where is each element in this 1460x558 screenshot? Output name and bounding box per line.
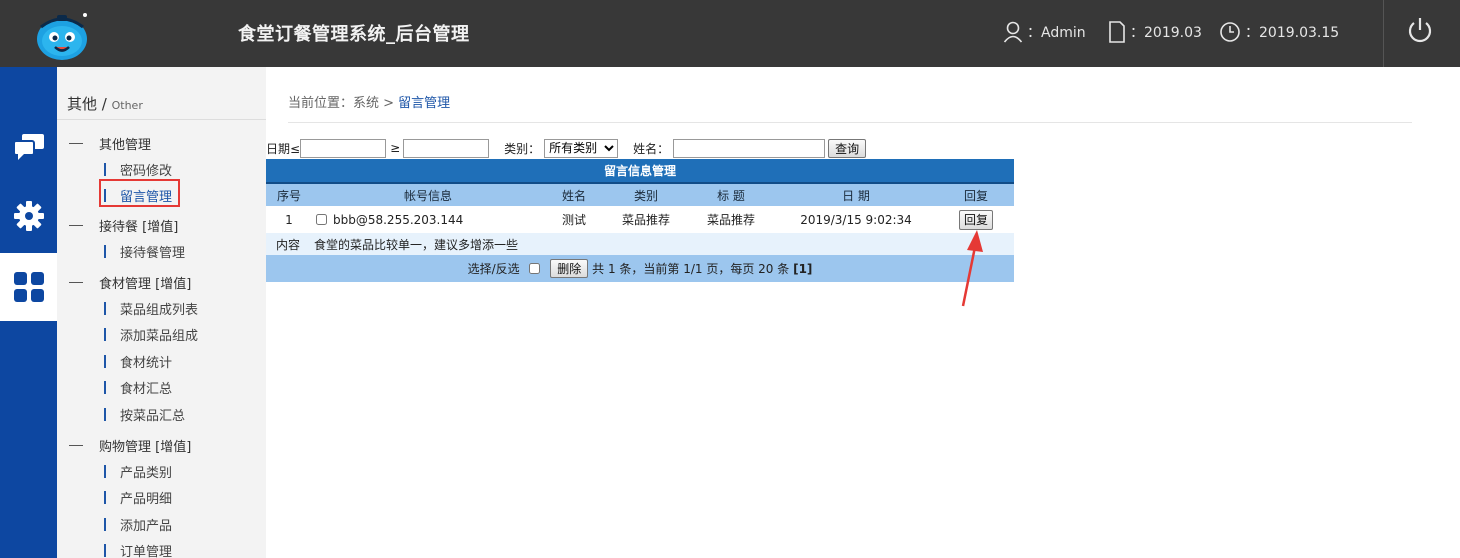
rail-item-messages[interactable] [0,113,57,181]
sidebar-item-add-composition[interactable]: 添加菜品组成 [104,325,198,344]
col-category: 类别 [604,183,688,206]
cell-account: bbb@58.255.203.144 [312,206,544,233]
document-icon [1109,21,1125,43]
top-header: 食堂订餐管理系统_后台管理 ：Admin ：2019.03 ：2019.03.1… [0,0,1460,67]
date-ge-label: ≥ [390,141,401,155]
col-reply: 回复 [938,183,1014,206]
app-title: 食堂订餐管理系统_后台管理 [238,24,470,45]
user-info: ：Admin [1003,20,1086,44]
sidebar-item-password[interactable]: 密码修改 [104,160,172,179]
date-le-label: 日期≤ [266,141,301,156]
power-icon[interactable] [1405,16,1435,46]
date-le-input[interactable] [300,138,387,158]
filter-bar: 日期≤ ≥ 类别： 所有类别 姓名： 查询 [266,138,867,158]
header-divider [1383,0,1384,67]
table-row: 1 bbb@58.255.203.144 测试 菜品推荐 菜品推荐 2019/3… [266,206,1014,233]
page-link[interactable]: [1] [793,262,812,276]
col-date: 日 期 [774,183,938,206]
sidebar-item-add-product[interactable]: 添加产品 [104,515,172,534]
select-all-checkbox[interactable] [529,263,541,274]
breadcrumb-current[interactable]: 留言管理 [398,96,450,111]
gear-icon [13,201,44,231]
content-label: 内容 [276,237,301,252]
month-label: ：2019.03 [1130,25,1202,41]
table-header: 序号 帐号信息 姓名 类别 标 题 日 期 回复 [266,183,1014,206]
cell-date: 2019/3/15 9:02:34 [774,206,938,233]
cell-title: 菜品推荐 [688,206,774,233]
grid-icon [13,272,44,302]
message-table: 留言信息管理 序号 帐号信息 姓名 类别 标 题 日 期 回复 1 bbb@58… [266,159,1014,282]
name-input[interactable] [673,138,826,158]
category-select[interactable]: 所有类别 [544,138,619,158]
content-text: 食堂的菜品比较单一，建议多增添一些 [314,237,519,252]
sidebar-item-product-detail[interactable]: 产品明细 [104,488,172,507]
delete-button[interactable]: 删除 [550,259,589,278]
breadcrumb: 当前位置：系统 > 留言管理 [288,96,451,111]
col-name: 姓名 [544,183,604,206]
chat-icon [12,134,44,160]
sidebar-item-dish-summary[interactable]: 按菜品汇总 [104,405,185,424]
annotation-arrow-icon [961,230,983,307]
sidebar-item-product-category[interactable]: 产品类别 [104,462,172,481]
cell-name: 测试 [544,206,604,233]
sidebar-group-shopping[interactable]: 购物管理 [增值] [69,436,191,455]
logo-icon [37,13,87,60]
sidebar-divider [57,119,266,120]
clock-icon [1220,22,1240,42]
table-caption: 留言信息管理 [266,159,1014,184]
sidebar-heading: 其他 / Other [67,95,143,113]
sidebar-item-dish-composition[interactable]: 菜品组成列表 [104,299,198,318]
cell-category: 菜品推荐 [604,206,688,233]
sidebar-group-other[interactable]: 其他管理 [69,134,151,153]
breadcrumb-divider [288,122,1412,123]
category-label: 类别： [504,141,541,156]
date-ge-input[interactable] [403,138,490,158]
sidebar-group-reception[interactable]: 接待餐 [增值] [69,216,178,235]
reply-button[interactable]: 回复 [958,209,993,230]
search-button[interactable]: 查询 [828,138,867,158]
rail-item-settings[interactable] [0,182,57,250]
sidebar-item-orders[interactable]: 订单管理 [104,541,172,558]
sidebar-item-ingredient-summary[interactable]: 食材汇总 [104,378,172,397]
col-index: 序号 [266,183,312,206]
row-checkbox[interactable] [316,213,327,225]
rail-item-apps[interactable] [0,253,57,321]
user-icon [1003,21,1023,43]
sidebar-group-ingredients[interactable]: 食材管理 [增值] [69,273,191,292]
sidebar-item-ingredient-stats[interactable]: 食材统计 [104,352,172,371]
month-info: ：2019.03 [1108,20,1202,44]
table-footer: 选择/反选 删除 共 1 条，当前第 1/1 页，每页 20 条 [1] [266,255,1014,282]
col-account: 帐号信息 [312,183,544,206]
date-label: ：2019.03.15 [1245,25,1340,41]
date-info: ：2019.03.15 [1219,20,1339,44]
user-label: ：Admin [1027,25,1086,41]
page-summary: 共 1 条，当前第 1/1 页，每页 20 条 [592,262,790,276]
sidebar-item-reception-manage[interactable]: 接待餐管理 [104,242,185,261]
cell-index: 1 [266,206,312,233]
selected-item-highlight [99,179,180,207]
table-content-row: 内容 食堂的菜品比较单一，建议多增添一些 [266,233,1014,255]
select-toggle-label: 选择/反选 [467,262,520,276]
col-title: 标 题 [688,183,774,206]
left-rail [0,67,57,558]
name-label: 姓名： [633,141,670,156]
